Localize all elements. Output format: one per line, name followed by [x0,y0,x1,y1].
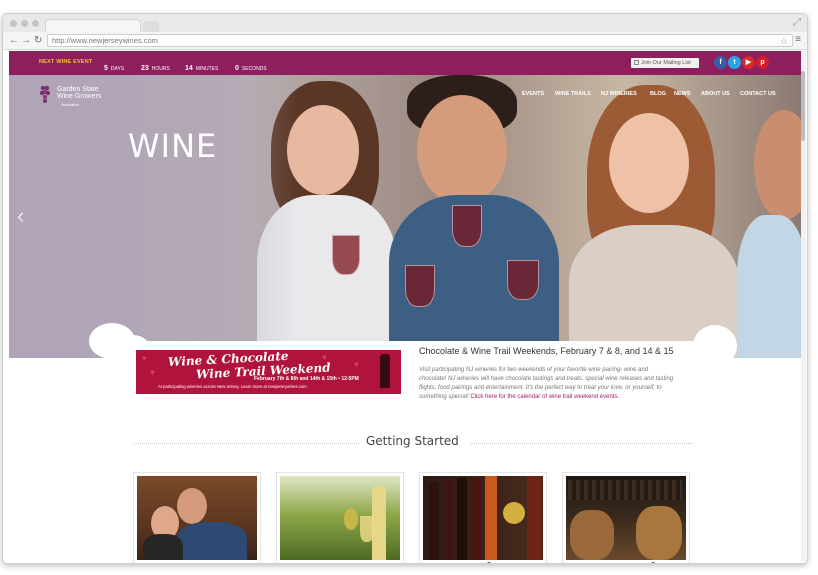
event-description: Visit participating NJ wineries for two … [419,367,674,400]
url-text: http://www.newjerseywines.com [52,36,158,45]
mailing-list-button[interactable]: Join Our Mailing List [631,58,699,68]
site-logo[interactable]: Garden State Wine Growers [57,86,101,100]
website: NEXT WINE EVENT 5 DAYS 23 HOURS 14 MINUTES … [9,51,801,563]
countdown-hours: 23 HOURS [141,65,170,72]
barrels-photo [566,476,686,560]
minimize-dot[interactable] [21,20,28,27]
hero-photo-person3-face [609,113,689,213]
back-arrow-icon[interactable]: ← [9,34,19,48]
nav-news[interactable]: NEWS [674,91,691,97]
heart-icon: ♥ [150,368,155,377]
nav-blog[interactable]: BLOG [650,91,666,97]
nav-events[interactable]: EVENTS [522,91,544,97]
next-event-label: NEXT WINE EVENT [39,59,93,65]
divider-right [471,443,693,444]
carousel-indicator[interactable] [487,562,491,563]
wine-chocolate-banner[interactable]: ♥ ♥ ♥ ♥ Wine & Chocolate Wine Trail Week… [136,350,401,394]
bottles-photo [423,476,543,560]
new-tab-button[interactable] [143,21,159,32]
pinterest-icon[interactable]: p [756,56,769,69]
countdown-days: 5 DAYS [104,65,125,72]
couple-photo [137,476,257,560]
facebook-icon[interactable]: f [714,56,727,69]
vineyard-photo [280,476,400,560]
grape-logo-icon [39,85,51,103]
wine-bottle-icon [380,354,390,388]
heart-icon: ♥ [354,360,359,369]
browser-toolbar: ← → ↻ http://www.newjerseywines.com ☆ ≡ [3,32,807,50]
nav-wine-trails[interactable]: WINE TRAILS [555,91,591,97]
countdown-bar: NEXT WINE EVENT 5 DAYS 23 HOURS 14 MINUTES … [9,51,801,75]
hero-slider: Garden State Wine Growers Association EV… [9,75,801,358]
youtube-icon[interactable]: ▶ [742,56,755,69]
slider-prev-arrow-icon[interactable]: ‹ [17,203,24,229]
close-dot[interactable] [10,20,17,27]
scrollbar-thumb[interactable] [801,71,805,141]
hero-photo-person4-face [754,110,801,220]
forward-arrow-icon[interactable]: → [21,34,31,48]
nav-nj-wineries[interactable]: NJ WINERIES [601,91,637,97]
bookmark-star-icon[interactable]: ☆ [780,35,788,47]
mailing-list-label: Join Our Mailing List [641,60,691,66]
browser-menu-icon[interactable]: ≡ [795,34,801,45]
nav-about-us[interactable]: ABOUT US [701,91,730,97]
getting-started-card-barrels[interactable] [562,472,690,563]
nav-contact-us[interactable]: CONTACT US [740,91,776,97]
banner-dates: February 7th & 8th and 14th & 15th • 12-… [254,376,359,382]
logo-line2: Wine Growers [57,93,102,100]
heart-icon: ♥ [142,354,147,363]
hero-photo-person2-face [417,95,507,205]
event-calendar-link[interactable]: Click here for the calendar of wine trai… [470,394,619,400]
wine-glass [452,205,482,247]
banner-footer: At participating wineries across New Jer… [158,384,307,389]
maximize-dot[interactable] [32,20,39,27]
reload-icon[interactable]: ↻ [34,34,42,48]
title-bar: ⤢ [3,14,807,32]
browser-tab[interactable] [45,19,141,32]
hero-title: WINE [128,127,218,165]
countdown-minutes: 14 MINUTES [185,65,219,72]
hero-overlay [9,75,299,358]
fullscreen-icon[interactable]: ⤢ [793,17,801,28]
twitter-icon[interactable]: t [728,56,741,69]
carousel-indicator[interactable] [651,562,655,563]
getting-started-card-couple[interactable] [133,472,261,563]
wine-glass [405,265,435,307]
divider-left [134,443,359,444]
wine-glass [507,260,539,300]
wine-glass [332,235,360,275]
countdown-seconds: 0 SECONDS [235,65,267,72]
envelope-icon [634,60,639,65]
getting-started-card-vineyard[interactable] [276,472,404,563]
getting-started-card-bottles[interactable] [419,472,547,563]
hero-photo-person4-shirt [737,215,801,358]
logo-line3: Association [61,103,79,107]
logo-line1: Garden State [57,86,99,93]
event-title: Chocolate & Wine Trail Weekends, Februar… [419,346,674,356]
address-bar[interactable]: http://www.newjerseywines.com ☆ [47,34,793,47]
browser-window: ⤢ ← → ↻ http://www.newjerseywines.com ☆ … [2,13,808,564]
section-title: Getting Started [366,434,459,448]
